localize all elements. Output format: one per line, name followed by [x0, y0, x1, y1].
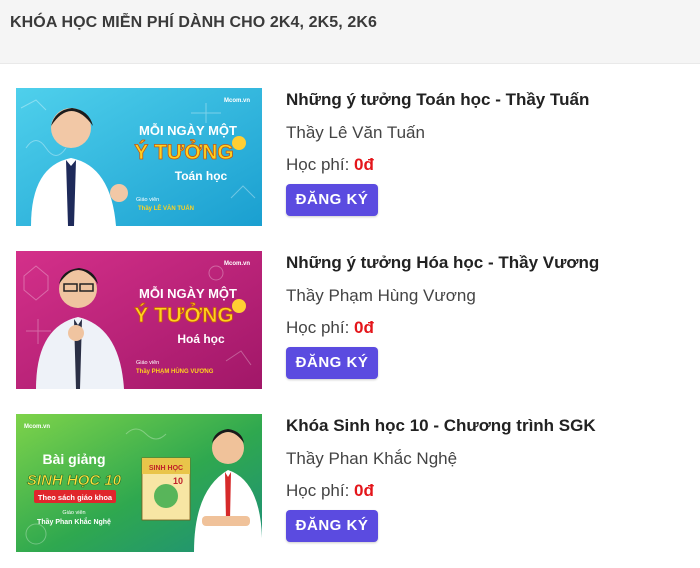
thumb-teacher-name: Thầy PHẠM HÙNG VƯƠNG	[136, 368, 214, 375]
thumb-line3: Toán học	[175, 169, 228, 183]
fee-value: 0đ	[354, 318, 374, 337]
bulb-icon	[232, 136, 246, 150]
course-fee: Học phí: 0đ	[286, 155, 374, 175]
course-teacher: Thầy Lê Văn Tuấn	[286, 123, 425, 142]
textbook-cover: SINH HỌC 10	[141, 457, 191, 521]
course-teacher: Thầy Phan Khắc Nghệ	[286, 449, 458, 468]
thumb-line2: Ý TƯỞNG	[134, 303, 234, 327]
section-title: KHÓA HỌC MIỄN PHÍ DÀNH CHO 2K4, 2K5, 2K6	[10, 14, 378, 31]
course-fee: Học phí: 0đ	[286, 318, 374, 338]
bulb-icon	[232, 299, 246, 313]
fee-value: 0đ	[354, 155, 374, 174]
thumb-line3: Theo sách giáo khoa	[38, 493, 113, 502]
course-thumbnail[interactable]: Mcom.vn MỖI NGÀY MỘT Ý TƯỞNG Hoá học Giá…	[16, 251, 262, 389]
course-thumbnail[interactable]: Mcom.vn MỖI NGÀY MỘT Ý TƯỞNG Toán học Gi…	[16, 88, 262, 226]
section-header: KHÓA HỌC MIỄN PHÍ DÀNH CHO 2K4, 2K5, 2K6	[0, 0, 700, 64]
brand-logo: Mcom.vn	[24, 424, 50, 430]
brand-logo: Mcom.vn	[224, 98, 250, 104]
course-card-math: Mcom.vn MỖI NGÀY MỘT Ý TƯỞNG Toán học Gi…	[0, 88, 700, 228]
brand-logo: Mcom.vn	[224, 261, 250, 267]
fee-label: Học phí:	[286, 318, 350, 337]
course-title[interactable]: Những ý tưởng Hóa học - Thầy Vương	[286, 253, 599, 273]
course-thumbnail[interactable]: Mcom.vn Bài giảng SINH HỌC 10 Theo sách …	[16, 414, 262, 552]
thumb-line2: Ý TƯỞNG	[134, 140, 234, 164]
thumb-line2: SINH HỌC 10	[27, 472, 122, 489]
thumb-teacher-caption: Giáo viên	[62, 510, 85, 516]
course-card-biology: Mcom.vn Bài giảng SINH HỌC 10 Theo sách …	[0, 414, 700, 554]
thumb-teacher-name: Thầy Phan Khắc Nghệ	[37, 517, 111, 526]
fee-value: 0đ	[354, 481, 374, 500]
register-button[interactable]: ĐĂNG KÝ	[286, 510, 378, 542]
course-card-chemistry: Mcom.vn MỖI NGÀY MỘT Ý TƯỞNG Hoá học Giá…	[0, 251, 700, 391]
course-fee: Học phí: 0đ	[286, 481, 374, 501]
thumb-line1: MỖI NGÀY MỘT	[139, 123, 237, 138]
course-title[interactable]: Khóa Sinh học 10 - Chương trình SGK	[286, 416, 596, 436]
course-teacher: Thầy Phạm Hùng Vương	[286, 286, 476, 305]
thumb-teacher-caption: Giáo viên	[136, 197, 159, 203]
svg-text:10: 10	[173, 476, 183, 486]
thumb-line3: Hoá học	[177, 332, 225, 346]
thumb-teacher-caption: Giáo viên	[136, 360, 159, 366]
register-button[interactable]: ĐĂNG KÝ	[286, 184, 378, 216]
thumb-teacher-name: Thầy LÊ VĂN TUẤN	[138, 204, 194, 212]
fee-label: Học phí:	[286, 155, 350, 174]
svg-text:SINH HỌC: SINH HỌC	[149, 465, 183, 472]
thumb-line1: Bài giảng	[42, 451, 105, 467]
thumb-line1: MỖI NGÀY MỘT	[139, 286, 237, 301]
register-button[interactable]: ĐĂNG KÝ	[286, 347, 378, 379]
fee-label: Học phí:	[286, 481, 350, 500]
course-title[interactable]: Những ý tưởng Toán học - Thầy Tuấn	[286, 90, 589, 110]
